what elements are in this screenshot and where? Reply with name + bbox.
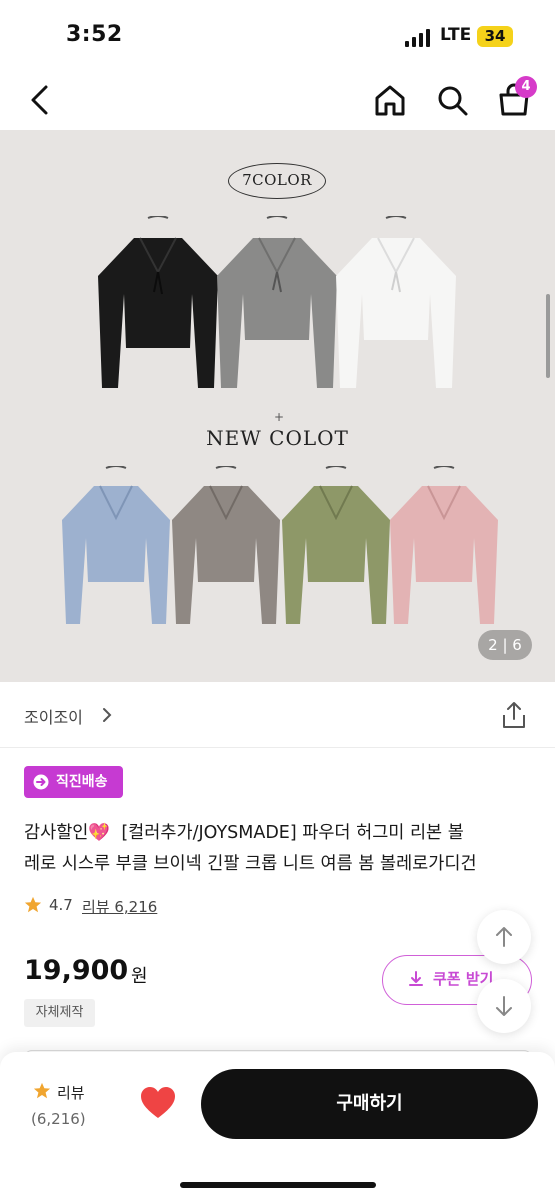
garment-image-blue	[60, 465, 172, 636]
garment-image-pink	[388, 465, 500, 636]
search-icon[interactable]	[432, 80, 472, 120]
price: 19,900	[24, 955, 129, 986]
battery-icon: 34	[477, 26, 513, 47]
garment-image-white	[334, 215, 459, 402]
bottom-review-label[interactable]: 리뷰	[57, 1082, 85, 1103]
garment-image-black	[96, 215, 221, 402]
scrollbar[interactable]	[546, 294, 550, 378]
status-time: 3:52	[66, 22, 123, 47]
star-icon	[24, 896, 42, 913]
color-count-label: 7COLOR	[228, 163, 326, 199]
rating-value: 4.7	[49, 896, 73, 914]
signal-icon	[405, 29, 431, 47]
share-icon[interactable]	[500, 700, 528, 730]
download-icon	[409, 971, 423, 986]
sparkling-heart-icon: 💖	[88, 823, 111, 843]
back-icon[interactable]	[20, 80, 60, 120]
scroll-up-button[interactable]	[477, 910, 531, 964]
title-rest: [컬러추가/JOYSMADE] 파우더 허그미 리본 볼	[121, 823, 464, 843]
star-icon	[33, 1082, 51, 1099]
garment-image-gray	[215, 215, 340, 402]
title-prefix: 감사할인	[24, 823, 89, 843]
cart-count-badge: 4	[515, 76, 537, 98]
garment-image-olive	[280, 465, 392, 636]
arrow-down-icon	[496, 996, 512, 1016]
direct-shipping-label: 직진배송	[56, 774, 108, 790]
heart-icon[interactable]	[140, 1086, 176, 1120]
home-indicator	[180, 1182, 376, 1188]
product-image-carousel[interactable]: 7COLOR + NEW COLOT 2 | 6	[0, 130, 555, 682]
seller-row: 조이조이	[0, 682, 555, 748]
garment-image-taupe	[170, 465, 282, 636]
title-line-2: 레로 시스루 부클 브이넥 긴팔 크롭 니트 여름 봄 볼레로가디건	[24, 854, 477, 874]
product-title: 감사할인💖 [컬러추가/JOYSMADE] 파우더 허그미 리본 볼 레로 시스…	[24, 818, 536, 880]
buy-button[interactable]: 구매하기	[201, 1069, 538, 1139]
chevron-right-icon[interactable]	[100, 706, 114, 724]
review-link[interactable]: 리뷰 6,216	[82, 896, 157, 917]
self-made-tag: 자체제작	[24, 999, 95, 1027]
top-nav	[0, 72, 555, 130]
network-label: LTE	[440, 25, 472, 45]
image-page-indicator: 2 | 6	[478, 630, 532, 660]
currency-label: 원	[131, 966, 148, 987]
home-icon[interactable]	[370, 80, 410, 120]
delivery-icon	[33, 774, 49, 790]
plus-sign: +	[274, 410, 285, 424]
seller-name-link[interactable]: 조이조이	[24, 704, 83, 728]
bottom-review-count[interactable]: (6,216)	[31, 1110, 86, 1128]
direct-shipping-badge: 직진배송	[24, 766, 123, 798]
status-bar: 3:52 LTE 34	[0, 0, 555, 72]
bottom-action-bar: 리뷰 (6,216) 구매하기	[0, 1052, 555, 1200]
scroll-down-button[interactable]	[477, 979, 531, 1033]
coupon-label: 쿠폰 받기	[433, 970, 494, 988]
new-color-title: NEW COLOT	[206, 426, 349, 450]
arrow-up-icon	[496, 927, 512, 947]
